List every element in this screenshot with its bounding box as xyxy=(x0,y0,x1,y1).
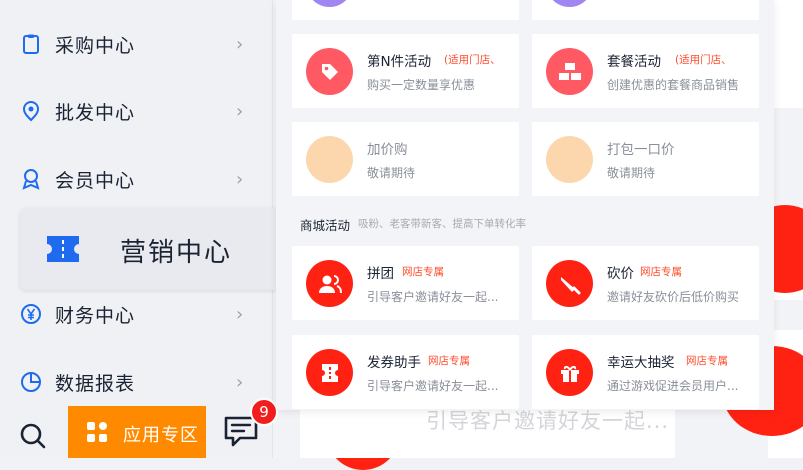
chevron-right-icon: › xyxy=(236,100,244,122)
card-desc: 购买一定数量享优惠 xyxy=(367,78,476,92)
submenu-card-bundle-price: 打包一口价 敬请期待 xyxy=(532,122,759,196)
sidebar-item-label: 采购中心 xyxy=(55,34,136,57)
submenu-card-coupon[interactable]: 发券助手 网店专属 引导客户邀请好友一起... xyxy=(292,335,519,409)
background-activity-card: 引导客户邀请好友一起... xyxy=(300,405,675,458)
card-tag: (适用门店、 xyxy=(675,54,732,66)
tag-icon xyxy=(306,48,353,95)
marketing-submenu: 第N件活动 (适用门店、 购买一定数量享优惠 套餐活动 (适用门店、 创建优惠的… xyxy=(276,0,774,410)
chevron-right-icon: › xyxy=(236,371,244,393)
card-title: 发券助手 xyxy=(367,355,421,371)
chevron-right-icon: › xyxy=(236,33,244,55)
card-tag: 网店专属 xyxy=(402,266,444,278)
group-icon xyxy=(306,260,353,307)
card-tag: (适用门店、 xyxy=(444,54,501,66)
search-icon[interactable] xyxy=(18,421,48,451)
submenu-card-group-buy[interactable]: 拼团 网店专属 引导客户邀请好友一起... xyxy=(292,246,519,320)
pie-chart-icon xyxy=(18,369,44,395)
sidebar-item-label: 财务中心 xyxy=(55,304,136,327)
card-title: 砍价 xyxy=(607,266,634,282)
card-desc: 引导客户邀请好友一起... xyxy=(367,379,499,393)
placeholder-icon xyxy=(306,136,353,183)
app-zone-button[interactable]: 应用专区 xyxy=(68,406,206,458)
map-pin-icon xyxy=(18,98,44,124)
clipboard-icon xyxy=(18,31,44,57)
sidebar-item-wholesale[interactable]: 批发中心 › xyxy=(0,81,272,141)
card-title: 拼团 xyxy=(367,266,394,282)
card-desc: 创建优惠的套餐商品销售 xyxy=(607,78,740,92)
yen-circle-icon xyxy=(18,301,44,327)
coupon-icon xyxy=(306,349,353,396)
section-subtitle: 吸粉、老客带新客、提高下单转化率 xyxy=(358,218,526,230)
sidebar-item-label: 会员中心 xyxy=(55,169,136,192)
card-title: 第N件活动 xyxy=(367,54,432,70)
card-tag: 网店专属 xyxy=(686,355,728,367)
sidebar-item-finance[interactable]: 财务中心 › xyxy=(0,284,272,344)
sidebar-item-label: 数据报表 xyxy=(55,372,136,395)
sidebar-item-members[interactable]: 会员中心 › xyxy=(0,149,272,209)
member-badge-icon xyxy=(18,166,44,192)
app-zone-label: 应用专区 xyxy=(123,425,199,446)
card-tag: 网店专属 xyxy=(428,355,470,367)
card-tag: 网店专属 xyxy=(640,266,682,278)
card-desc: 敬请期待 xyxy=(367,166,416,180)
submenu-card-bargain[interactable]: 砍价 网店专属 邀请好友砍价后低价购买 xyxy=(532,246,759,320)
sidebar-item-marketing[interactable]: 营销中心 xyxy=(20,208,282,290)
submenu-card-add-price: 加价购 敬请期待 xyxy=(292,122,519,196)
message-count-badge: 9 xyxy=(250,398,278,426)
card-desc: 邀请好友砍价后低价购买 xyxy=(607,290,740,304)
submenu-card-partial[interactable] xyxy=(292,0,519,20)
card-title: 打包一口价 xyxy=(607,142,675,158)
gold-bars-icon xyxy=(546,48,593,95)
gift-icon xyxy=(546,349,593,396)
ticket-icon xyxy=(45,232,81,266)
sidebar-item-procurement[interactable]: 采购中心 › xyxy=(0,14,272,74)
card-desc: 敬请期待 xyxy=(607,166,656,180)
card-desc: 引导客户邀请好友一起... xyxy=(367,290,499,304)
submenu-card-nth-item[interactable]: 第N件活动 (适用门店、 购买一定数量享优惠 xyxy=(292,34,519,108)
submenu-card-lucky-draw[interactable]: 幸运大抽奖 网店专属 通过游戏促进会员用户... xyxy=(532,335,759,409)
section-title: 商城活动 xyxy=(300,218,351,233)
card-title: 幸运大抽奖 xyxy=(607,355,675,371)
sidebar-item-reports[interactable]: 数据报表 › xyxy=(0,352,272,412)
sidebar-item-label: 批发中心 xyxy=(55,101,136,124)
chevron-right-icon: › xyxy=(236,303,244,325)
card-title: 加价购 xyxy=(367,142,408,158)
sidebar-item-label: 营销中心 xyxy=(120,238,233,268)
card-desc: 通过游戏促进会员用户... xyxy=(607,379,739,393)
placeholder-icon xyxy=(546,136,593,183)
knife-icon xyxy=(546,260,593,307)
apps-grid-icon xyxy=(86,421,108,443)
chevron-right-icon: › xyxy=(236,168,244,190)
submenu-card-bundle[interactable]: 套餐活动 (适用门店、 创建优惠的套餐商品销售 xyxy=(532,34,759,108)
submenu-card-partial[interactable] xyxy=(532,0,759,20)
card-title: 套餐活动 xyxy=(607,54,661,70)
